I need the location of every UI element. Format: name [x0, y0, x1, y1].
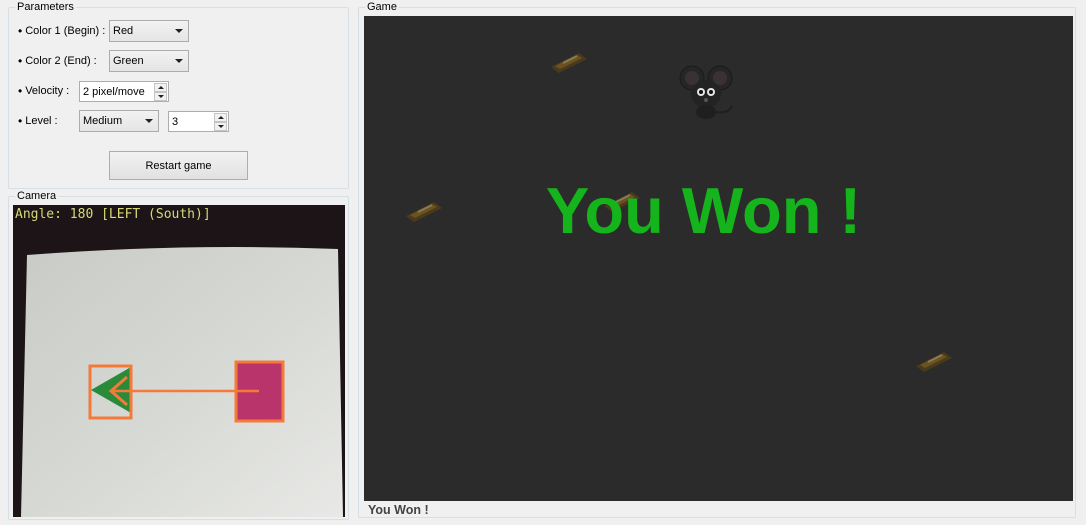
- game-board: You Won !: [364, 16, 1073, 501]
- camera-feed: Angle: 180 [LEFT (South)]: [13, 205, 345, 517]
- color1-row: • Color 1 (Begin) :: [18, 20, 105, 42]
- level-number: 3: [172, 115, 179, 128]
- color2-row: • Color 2 (End) :: [18, 50, 97, 72]
- mousetrap-icon: [551, 53, 587, 73]
- color2-label: Color 2 (End) :: [25, 55, 97, 67]
- win-message: You Won !: [545, 174, 862, 247]
- bullet-icon: •: [18, 84, 23, 98]
- spin-down-icon[interactable]: [214, 122, 227, 131]
- color1-value: Red: [113, 25, 134, 37]
- chevron-down-icon: [175, 29, 183, 33]
- chevron-down-icon: [145, 119, 153, 123]
- parameters-group: Parameters • Color 1 (Begin) : Red • Col…: [8, 0, 349, 189]
- velocity-value: 2 pixel/move: [83, 85, 145, 98]
- spin-down-icon[interactable]: [154, 92, 167, 101]
- spin-up-icon[interactable]: [154, 83, 167, 92]
- bullet-icon: •: [18, 114, 23, 128]
- color1-select[interactable]: Red: [109, 20, 189, 42]
- camera-angle-readout: Angle: 180 [LEFT (South)]: [15, 207, 211, 222]
- camera-title: Camera: [15, 189, 59, 203]
- velocity-row: • Velocity :: [18, 80, 69, 102]
- parameters-title: Parameters: [15, 0, 76, 14]
- level-spinbox[interactable]: 3: [168, 111, 229, 132]
- game-title: Game: [365, 0, 399, 14]
- chevron-down-icon: [175, 59, 183, 63]
- bullet-icon: •: [18, 24, 23, 38]
- mousetrap-icon: [916, 352, 952, 372]
- velocity-label: Velocity :: [25, 85, 70, 97]
- bullet-icon: •: [18, 54, 23, 68]
- game-group: Game You Won ! You Won !: [358, 0, 1076, 518]
- restart-game-button[interactable]: Restart game: [109, 151, 248, 180]
- paper-sheet: [21, 247, 343, 517]
- mouse-icon: [679, 65, 733, 119]
- level-value: Medium: [83, 115, 123, 127]
- spin-up-icon[interactable]: [214, 113, 227, 122]
- level-row: • Level :: [18, 110, 58, 132]
- color1-label: Color 1 (Begin) :: [25, 25, 106, 37]
- velocity-spinbox[interactable]: 2 pixel/move: [79, 81, 169, 102]
- game-status: You Won !: [368, 503, 429, 517]
- color2-select[interactable]: Green: [109, 50, 189, 72]
- level-label: Level :: [25, 115, 58, 127]
- camera-image: [13, 205, 345, 517]
- level-select[interactable]: Medium: [79, 110, 159, 132]
- color2-value: Green: [113, 55, 144, 67]
- camera-group: Camera Angle: 180 [LEFT (South)]: [8, 189, 349, 520]
